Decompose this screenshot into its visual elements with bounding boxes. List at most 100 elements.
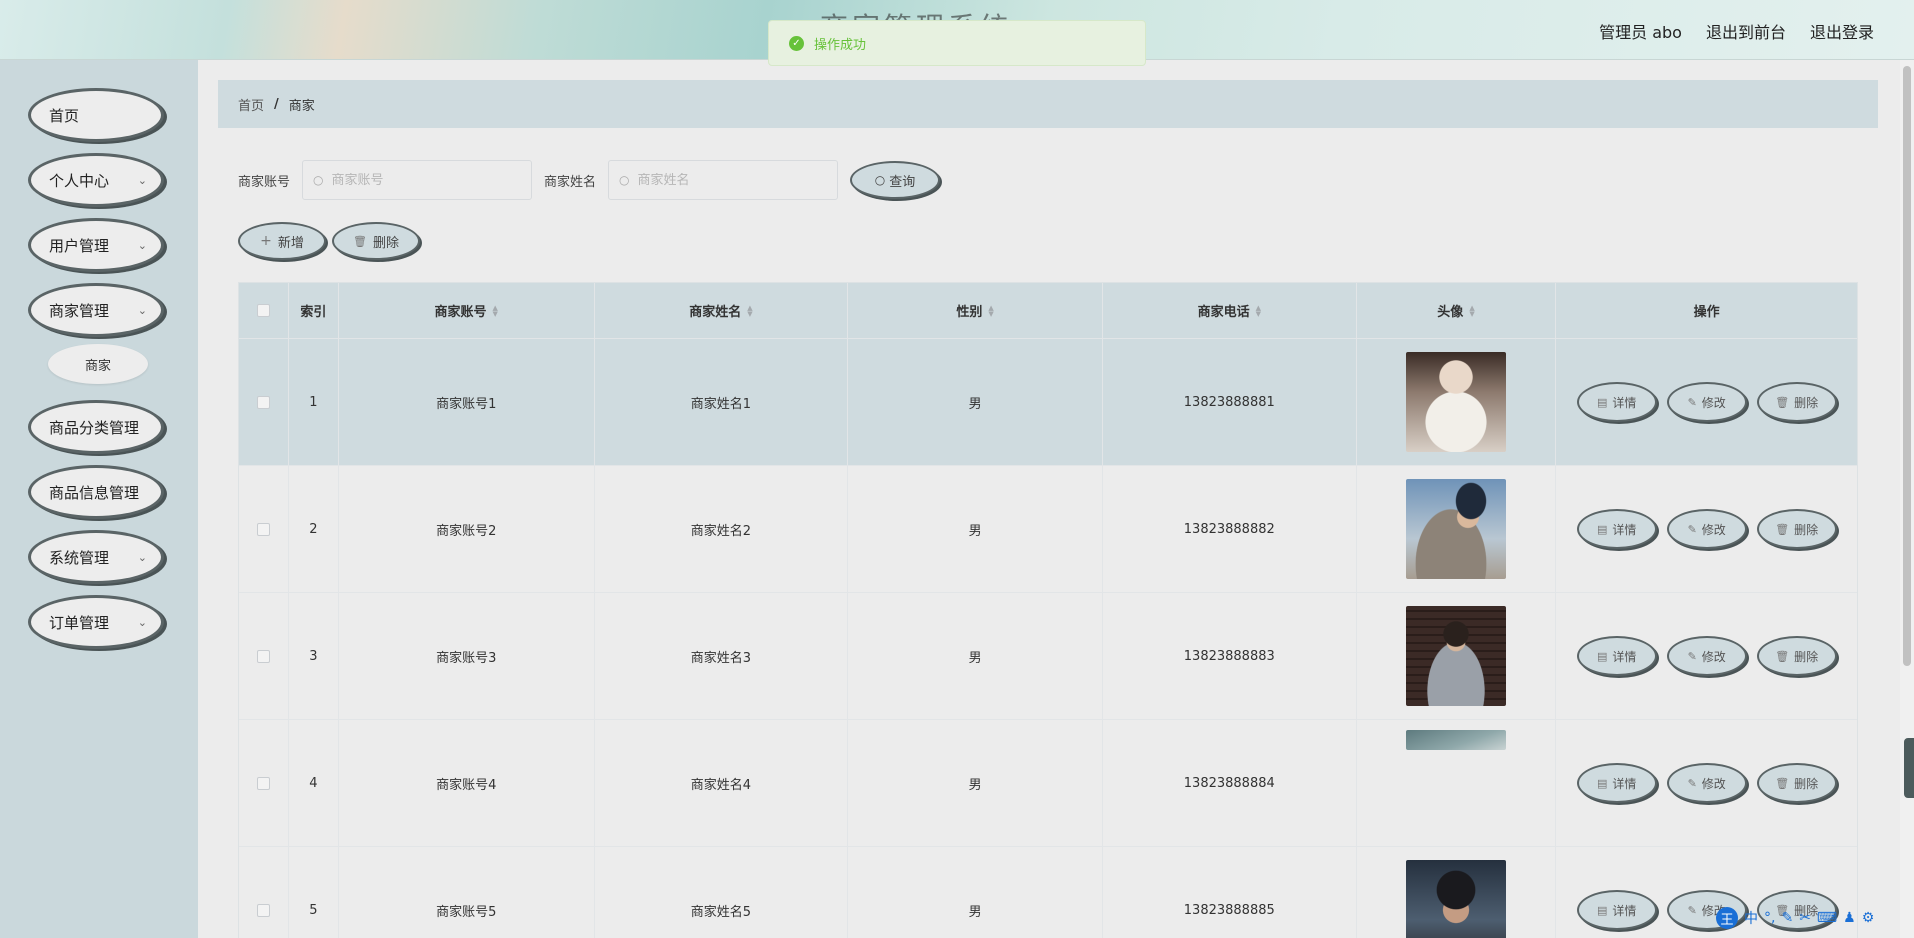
row-checkbox[interactable] bbox=[256, 522, 270, 536]
detail-button[interactable]: ▤ 详情 bbox=[1576, 763, 1657, 803]
detail-button[interactable]: ▤ 详情 bbox=[1576, 636, 1657, 676]
ime-mode-label[interactable]: 中 bbox=[1744, 908, 1758, 928]
trash-icon: 🗑 bbox=[1775, 649, 1790, 663]
avatar[interactable] bbox=[1406, 606, 1506, 706]
row-phone: 13823888883 bbox=[1103, 593, 1357, 719]
document-icon: ▤ bbox=[1596, 776, 1608, 790]
sidebar-subitem-merchant[interactable]: 商家 bbox=[48, 344, 148, 384]
chevron-down-icon: ⌄ bbox=[137, 616, 147, 629]
sidebar-item-label: 用户管理 bbox=[49, 236, 110, 255]
keyboard-icon[interactable]: ⌨ bbox=[1817, 910, 1837, 926]
detail-button[interactable]: ▤ 详情 bbox=[1576, 890, 1657, 930]
header-name[interactable]: 商家姓名 ▲ ▼ bbox=[595, 283, 849, 338]
sort-caret-icon[interactable]: ▲ ▼ bbox=[747, 304, 752, 317]
edit-button[interactable]: ✎ 修改 bbox=[1666, 382, 1747, 422]
row-checkbox[interactable] bbox=[256, 395, 270, 409]
delete-button[interactable]: 🗑 删除 bbox=[1756, 382, 1837, 422]
delete-button[interactable]: 🗑 删除 bbox=[1756, 509, 1837, 549]
avatar[interactable] bbox=[1406, 860, 1506, 938]
sidebar-item-personal-center[interactable]: 个人中心 ⌄ bbox=[28, 153, 164, 207]
select-all-checkbox[interactable] bbox=[256, 304, 270, 317]
row-avatar-cell bbox=[1357, 466, 1557, 592]
sort-caret-icon[interactable]: ▲ ▼ bbox=[1469, 304, 1474, 317]
detail-button[interactable]: ▤ 详情 bbox=[1576, 382, 1657, 422]
ime-logo-icon[interactable]: 王 bbox=[1716, 907, 1738, 929]
header-gender[interactable]: 性别 ▲ ▼ bbox=[848, 283, 1103, 338]
account-search-field[interactable]: ○ bbox=[302, 160, 533, 200]
edit-button[interactable]: ✎ 修改 bbox=[1666, 763, 1747, 803]
row-checkbox[interactable] bbox=[256, 649, 270, 663]
avatar[interactable] bbox=[1406, 730, 1506, 750]
edit-button[interactable]: ✎ 修改 bbox=[1666, 509, 1747, 549]
header-operation-label: 操作 bbox=[1693, 305, 1720, 320]
row-phone: 13823888884 bbox=[1103, 720, 1357, 846]
avatar[interactable] bbox=[1406, 352, 1506, 452]
table-row: 3 商家账号3 商家姓名3 男 13823888883 ▤ 详情 ✎ 修改 🗑 删除 bbox=[239, 593, 1857, 720]
row-phone: 13823888885 bbox=[1103, 847, 1357, 938]
row-name: 商家姓名4 bbox=[595, 720, 849, 846]
sidebar-item-system-management[interactable]: 系统管理 ⌄ bbox=[28, 530, 164, 584]
row-account: 商家账号2 bbox=[339, 466, 595, 592]
detail-button[interactable]: ▤ 详情 bbox=[1576, 509, 1657, 549]
row-account: 商家账号5 bbox=[339, 847, 595, 938]
detail-button-label: 详情 bbox=[1612, 903, 1637, 918]
account-search-input[interactable] bbox=[331, 172, 512, 188]
header-account[interactable]: 商家账号 ▲ ▼ bbox=[339, 283, 595, 338]
pen-icon[interactable]: ✎ bbox=[1781, 910, 1793, 926]
delete-button-label: 删除 bbox=[1794, 522, 1819, 537]
punctuation-icon[interactable]: °, bbox=[1764, 910, 1775, 926]
row-checkbox[interactable] bbox=[256, 903, 270, 917]
sidebar-item-order-management[interactable]: 订单管理 ⌄ bbox=[28, 595, 164, 649]
plus-icon: + bbox=[260, 233, 272, 249]
row-check-cell bbox=[239, 720, 289, 846]
back-to-front-link[interactable]: 退出到前台 bbox=[1706, 19, 1786, 43]
name-search-field[interactable]: ○ bbox=[608, 160, 839, 200]
sidebar-item-user-management[interactable]: 用户管理 ⌄ bbox=[28, 218, 164, 272]
sidebar-item-home[interactable]: 首页 bbox=[28, 88, 164, 142]
delete-button[interactable]: 🗑 删除 bbox=[1756, 763, 1837, 803]
header-phone[interactable]: 商家电话 ▲ ▼ bbox=[1103, 283, 1357, 338]
scrollbar-thumb[interactable] bbox=[1903, 66, 1911, 666]
row-name: 商家姓名2 bbox=[595, 466, 849, 592]
search-bar: 商家账号 ○ 商家姓名 ○ ○ 查询 bbox=[238, 160, 941, 200]
breadcrumb-home[interactable]: 首页 bbox=[238, 95, 264, 114]
detail-button-label: 详情 bbox=[1612, 395, 1637, 410]
sort-caret-icon[interactable]: ▲ ▼ bbox=[493, 304, 498, 317]
edit-button[interactable]: ✎ 修改 bbox=[1666, 636, 1747, 676]
breadcrumb-current: 商家 bbox=[288, 98, 315, 114]
gear-icon[interactable]: ⚙ bbox=[1862, 910, 1875, 926]
delete-button[interactable]: 🗑 删除 bbox=[1756, 636, 1837, 676]
logout-link[interactable]: 退出登录 bbox=[1810, 19, 1874, 43]
row-check-cell bbox=[239, 847, 289, 938]
name-search-label: 商家姓名 bbox=[544, 174, 597, 190]
row-gender: 男 bbox=[848, 720, 1103, 846]
bulk-delete-button[interactable]: 🗑 删除 bbox=[332, 222, 420, 260]
add-button[interactable]: + 新增 bbox=[238, 222, 326, 260]
page-scrollbar[interactable] bbox=[1900, 60, 1914, 938]
query-button[interactable]: ○ 查询 bbox=[850, 161, 941, 199]
sidebar-item-category-management[interactable]: 商品分类管理 bbox=[28, 400, 164, 454]
sidebar-item-product-management[interactable]: 商品信息管理 bbox=[28, 465, 164, 519]
sort-caret-icon[interactable]: ▲ ▼ bbox=[988, 304, 993, 317]
header-avatar[interactable]: 头像 ▲ ▼ bbox=[1357, 283, 1557, 338]
admin-user-label: 管理员 abo bbox=[1599, 23, 1682, 42]
row-index: 3 bbox=[289, 593, 339, 719]
shirt-icon[interactable]: ♟ bbox=[1843, 910, 1856, 926]
scissors-icon[interactable]: ✂ bbox=[1799, 910, 1811, 926]
name-search-input[interactable] bbox=[637, 172, 818, 188]
table-row: 5 商家账号5 商家姓名5 男 13823888885 ▤ 详情 ✎ 修改 🗑 删除 bbox=[239, 847, 1857, 938]
avatar[interactable] bbox=[1406, 479, 1506, 579]
trash-icon: 🗑 bbox=[1775, 776, 1790, 790]
delete-button-label: 删除 bbox=[1794, 776, 1819, 791]
sidebar-item-label: 系统管理 bbox=[49, 548, 110, 567]
row-gender: 男 bbox=[848, 466, 1103, 592]
header-index-label: 索引 bbox=[300, 305, 327, 320]
row-checkbox[interactable] bbox=[256, 776, 270, 790]
sidebar-item-merchant-management[interactable]: 商家管理 ⌄ bbox=[28, 283, 164, 337]
sidebar: 首页 个人中心 ⌄ 用户管理 ⌄ 商家管理 ⌄ 商家 商品分类管理 商品信息管理… bbox=[0, 60, 198, 938]
search-icon: ○ bbox=[313, 173, 324, 187]
sort-caret-icon[interactable]: ▲ ▼ bbox=[1256, 304, 1261, 317]
row-check-cell bbox=[239, 466, 289, 592]
user-links: 管理员 abo 退出到前台 退出登录 bbox=[1599, 19, 1874, 43]
side-tab-handle[interactable] bbox=[1904, 738, 1914, 798]
